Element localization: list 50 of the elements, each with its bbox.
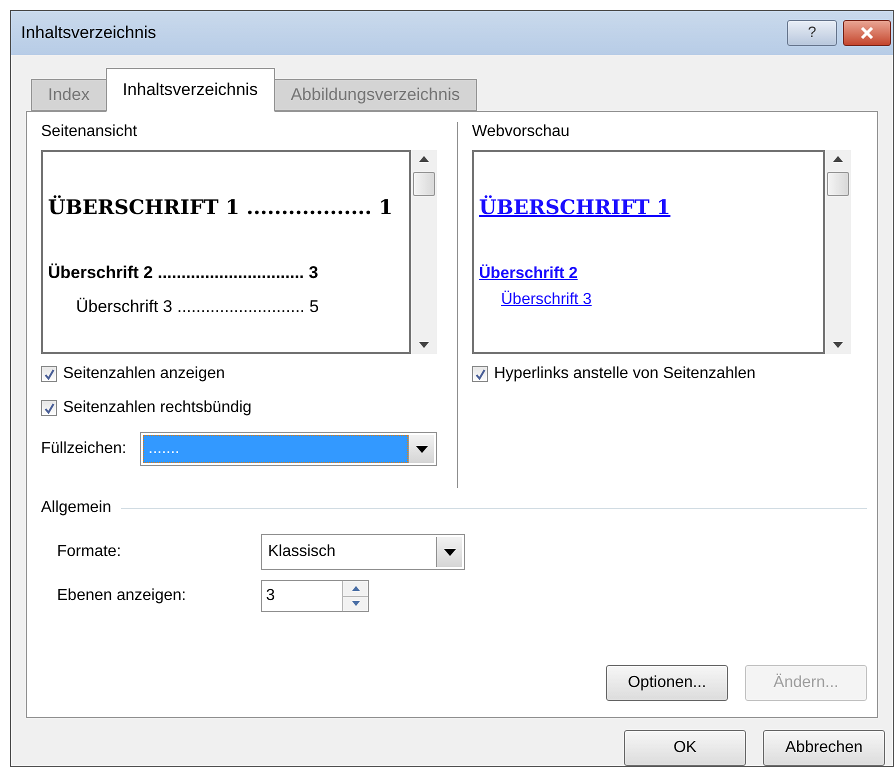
formats-dropdown[interactable]: Klassisch bbox=[261, 534, 465, 570]
spinner-value: 3 bbox=[265, 586, 276, 606]
scroll-down-icon[interactable] bbox=[833, 342, 843, 348]
section-label: Seitenansicht bbox=[41, 122, 138, 142]
dialog-button[interactable]: Abbrechen bbox=[763, 730, 885, 766]
section-label: Webvorschau bbox=[472, 122, 571, 142]
scroll-thumb[interactable] bbox=[413, 172, 435, 196]
down-arrow-icon bbox=[352, 601, 360, 606]
toc-entry: Überschrift 2 ............................... 3 bbox=[48, 262, 320, 284]
help-button[interactable]: ? bbox=[787, 20, 837, 46]
window-title: Inhaltsverzeichnis bbox=[21, 22, 156, 44]
dropdown-value: Klassisch bbox=[267, 542, 337, 562]
check-icon bbox=[44, 402, 54, 414]
caret-icon bbox=[416, 446, 428, 452]
group-label: Allgemein bbox=[41, 498, 112, 518]
preview-link[interactable]: ÜBERSCHRIFT 1 bbox=[479, 192, 670, 222]
levels-spinner[interactable]: 3 bbox=[261, 580, 369, 612]
checkbox[interactable] bbox=[41, 400, 57, 416]
check-icon bbox=[44, 368, 54, 380]
up-arrow-icon bbox=[352, 586, 360, 591]
close-button[interactable] bbox=[843, 20, 891, 46]
preview-link[interactable]: Überschrift 2 bbox=[479, 262, 578, 286]
toc-entry: ÜBERSCHRIFT 1 .................. 1 bbox=[48, 194, 394, 221]
tab[interactable]: Inhaltsverzeichnis bbox=[106, 68, 275, 112]
dropdown-arrow-button[interactable] bbox=[436, 537, 462, 567]
scroll-thumb[interactable] bbox=[827, 172, 849, 196]
close-icon bbox=[860, 27, 874, 39]
scroll-down-icon[interactable] bbox=[419, 342, 429, 348]
scrollbar[interactable] bbox=[825, 150, 851, 354]
field-label: Füllzeichen: bbox=[41, 439, 126, 459]
spin-up-button[interactable] bbox=[343, 581, 368, 596]
checkbox-label: Hyperlinks anstelle von Seitenzahlen bbox=[494, 364, 756, 384]
dropdown-value: ....... bbox=[143, 435, 408, 463]
checkbox[interactable] bbox=[41, 366, 57, 382]
checkbox-label: Seitenzahlen anzeigen bbox=[63, 364, 225, 384]
scrollbar[interactable] bbox=[411, 150, 437, 354]
checkbox-label: Seitenzahlen rechtsbündig bbox=[63, 398, 252, 418]
scroll-up-icon[interactable] bbox=[833, 156, 843, 162]
field-label: Ebenen anzeigen: bbox=[57, 586, 187, 606]
dialog-button[interactable]: Optionen... bbox=[606, 665, 728, 701]
scroll-up-icon[interactable] bbox=[419, 156, 429, 162]
check-icon bbox=[474, 368, 486, 380]
caret-icon bbox=[444, 548, 456, 556]
toc-entry: Überschrift 3 ........................... 5 bbox=[75, 296, 320, 318]
spin-down-button[interactable] bbox=[343, 596, 368, 611]
dropdown-arrow-button[interactable] bbox=[408, 435, 434, 463]
field-label: Formate: bbox=[57, 542, 122, 562]
checkbox[interactable] bbox=[472, 366, 488, 382]
preview-link[interactable]: Überschrift 3 bbox=[479, 288, 592, 312]
dialog-button[interactable]: OK bbox=[624, 730, 746, 766]
